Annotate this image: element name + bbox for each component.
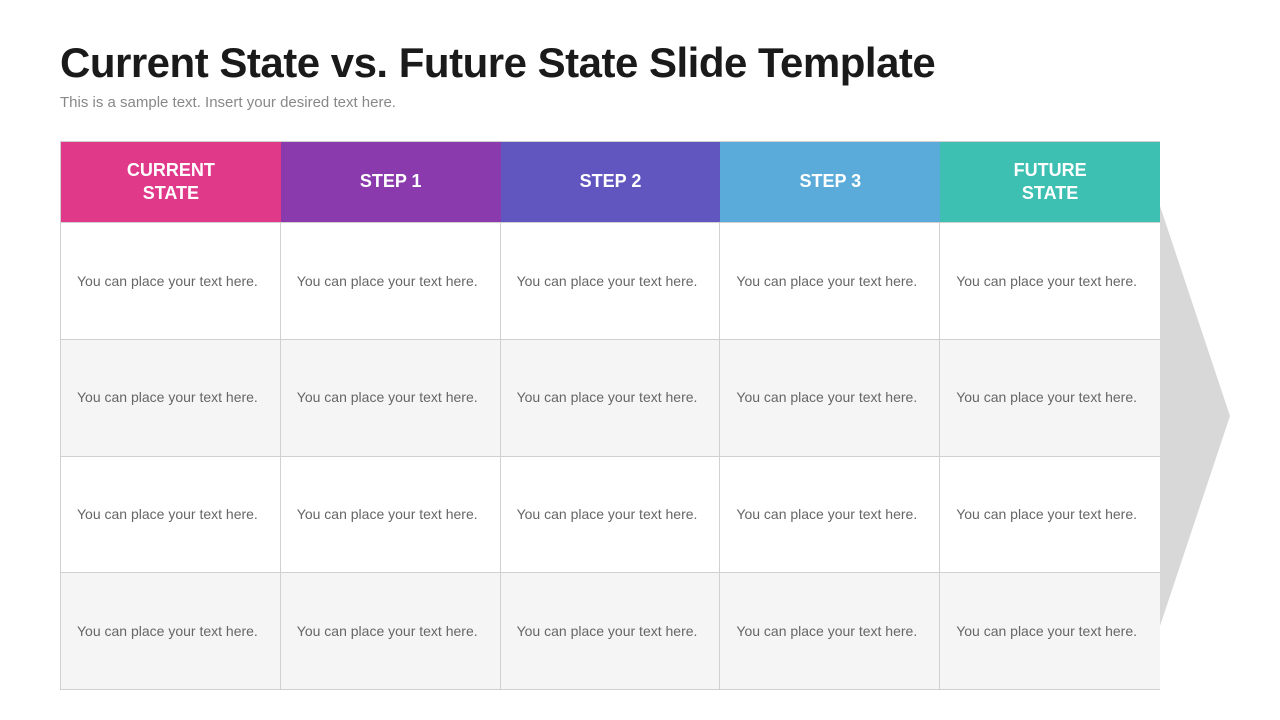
table-header-row: CURRENTSTATE STEP 1 STEP 2 STEP 3 FUTURE… xyxy=(61,142,1160,222)
table-cell: You can place your text here. xyxy=(940,457,1160,573)
table-row: You can place your text here.You can pla… xyxy=(61,339,1160,456)
table-cell: You can place your text here. xyxy=(61,340,281,456)
table-cell: You can place your text here. xyxy=(720,340,940,456)
header-step3: STEP 3 xyxy=(720,142,940,222)
arrow-container: CURRENTSTATE STEP 1 STEP 2 STEP 3 FUTURE… xyxy=(60,141,1220,690)
table-row: You can place your text here.You can pla… xyxy=(61,456,1160,573)
main-table: CURRENTSTATE STEP 1 STEP 2 STEP 3 FUTURE… xyxy=(60,141,1160,690)
header-future-state: FUTURESTATE xyxy=(940,142,1160,222)
table-cell: You can place your text here. xyxy=(720,457,940,573)
header-step1: STEP 1 xyxy=(281,142,501,222)
table-cell: You can place your text here. xyxy=(281,223,501,339)
table-cell: You can place your text here. xyxy=(720,223,940,339)
table-cell: You can place your text here. xyxy=(940,573,1160,689)
table-cell: You can place your text here. xyxy=(940,340,1160,456)
table-cell: You can place your text here. xyxy=(61,457,281,573)
table-cell: You can place your text here. xyxy=(501,340,721,456)
table-cell: You can place your text here. xyxy=(281,340,501,456)
table-cell: You can place your text here. xyxy=(501,573,721,689)
table-cell: You can place your text here. xyxy=(720,573,940,689)
table-cell: You can place your text here. xyxy=(501,223,721,339)
table-cell: You can place your text here. xyxy=(61,223,281,339)
header-step2: STEP 2 xyxy=(501,142,721,222)
page-title: Current State vs. Future State Slide Tem… xyxy=(60,40,1220,86)
table-cell: You can place your text here. xyxy=(501,457,721,573)
table-cell: You can place your text here. xyxy=(940,223,1160,339)
page-subtitle: This is a sample text. Insert your desir… xyxy=(60,94,1220,111)
table-row: You can place your text here.You can pla… xyxy=(61,222,1160,339)
table-body: You can place your text here.You can pla… xyxy=(61,222,1160,689)
table-cell: You can place your text here. xyxy=(61,573,281,689)
table-cell: You can place your text here. xyxy=(281,573,501,689)
table-row: You can place your text here.You can pla… xyxy=(61,572,1160,689)
table-cell: You can place your text here. xyxy=(281,457,501,573)
header-current-state: CURRENTSTATE xyxy=(61,142,281,222)
